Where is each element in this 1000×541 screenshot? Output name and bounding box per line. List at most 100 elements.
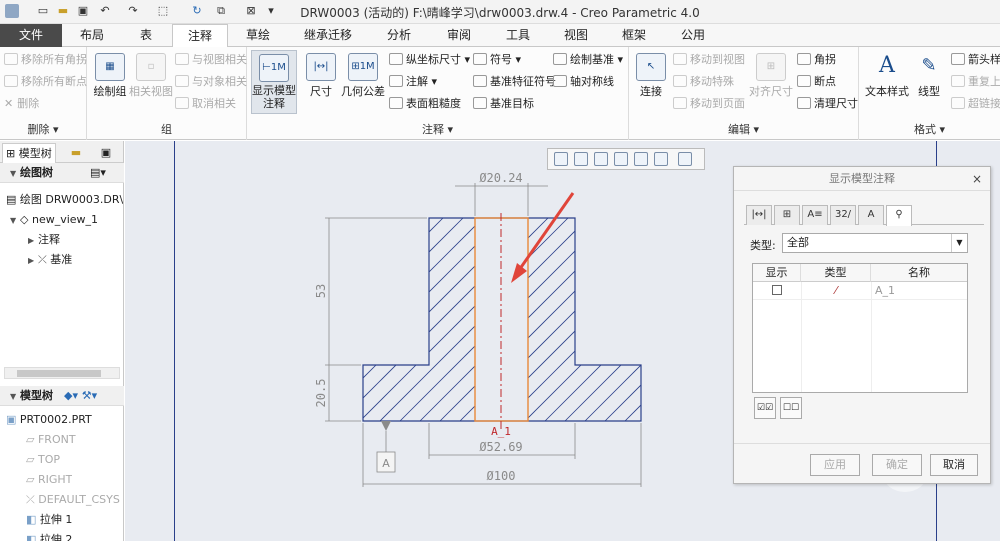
tab-surface-finish[interactable]: 32/ — [830, 205, 856, 225]
tab-datums[interactable]: ⚲ — [886, 205, 912, 226]
related-view-button[interactable]: ▫ 相关视图 — [129, 53, 173, 99]
dim-text-upper-height[interactable]: 53 — [314, 284, 328, 298]
dialog-title-bar[interactable]: 显示模型注释 × — [734, 167, 990, 191]
cancel-button[interactable]: 取消 — [930, 454, 978, 476]
dimension-button[interactable]: |↔| 尺寸 — [303, 53, 339, 99]
row-name[interactable]: A_1 — [871, 282, 967, 300]
ordinate-dimension-button[interactable]: 纵坐标尺寸 ▾ — [389, 51, 470, 69]
align-dimensions-button[interactable]: ⊞ 对齐尺寸 — [747, 53, 795, 99]
text-style-button[interactable]: A 文本样式 — [863, 53, 911, 99]
tree-item-annotations[interactable]: ▶ 注释 — [28, 231, 60, 249]
checkbox[interactable] — [772, 285, 782, 295]
format-group-label[interactable]: 格式 ▾ — [859, 121, 1000, 137]
sketch-datum-button[interactable]: 绘制基准 ▾ — [553, 51, 623, 69]
tab-file[interactable]: 文件 — [0, 24, 62, 47]
part-outline[interactable] — [362, 217, 642, 422]
break-button[interactable]: 断点 — [797, 73, 836, 91]
expand-icon[interactable]: ▶ — [28, 232, 38, 249]
drawing-tree-options-icon[interactable]: ▤▾ — [90, 163, 106, 183]
dim-text-bottom[interactable]: Ø100 — [487, 469, 516, 483]
dim-text-mid[interactable]: Ø52.69 — [479, 440, 522, 454]
select-all-icon[interactable]: ☑☑ — [754, 397, 776, 419]
hyperlink-button[interactable]: 超链接 — [951, 95, 1000, 113]
cleanup-dimensions-button[interactable]: 清理尺寸 — [797, 95, 858, 113]
model-tree-settings-icon[interactable]: ◆▾ ⚒▾ — [64, 386, 97, 406]
tree-item-csys[interactable]: ⤫ DEFAULT_CSYS — [26, 491, 120, 509]
column-header-type[interactable]: 类型 — [801, 264, 871, 282]
tab-analysis[interactable]: 分析 — [370, 24, 428, 47]
tab-layout[interactable]: 布局 — [64, 24, 120, 47]
edit-group-label[interactable]: 编辑 ▾ — [629, 121, 858, 137]
tab-frame[interactable]: 框架 — [606, 24, 662, 47]
remove-all-jogs-button[interactable]: 移除所有角拐 — [4, 51, 87, 69]
drawing-tree-header[interactable]: ▼ 绘图树 ▤▾ — [0, 163, 124, 183]
surface-finish-button[interactable]: 表面粗糙度 — [389, 95, 461, 113]
datum-label[interactable]: A — [382, 457, 390, 470]
delete-group-label[interactable]: 删除 ▾ — [0, 121, 86, 137]
tree-item-extrude-2[interactable]: ◧ 拉伸 2 — [26, 531, 72, 541]
tree-item-drawing[interactable]: ▤ 绘图 DRW0003.DR\ — [6, 191, 123, 209]
arrow-style-button[interactable]: 箭头样式 — [951, 51, 1000, 69]
tree-item-datums[interactable]: ▶ ⤫ 基准 — [28, 251, 72, 269]
scrollbar-thumb[interactable] — [17, 370, 101, 377]
note-button[interactable]: 注解 ▾ — [389, 73, 437, 91]
tree-item-extrude-1[interactable]: ◧ 拉伸 1 — [26, 511, 72, 529]
tab-tools[interactable]: 工具 — [490, 24, 546, 47]
expand-icon[interactable]: ▼ — [10, 212, 20, 229]
folder-browser-tab[interactable]: ▬ — [62, 143, 90, 163]
jog-button[interactable]: 角拐 — [797, 51, 836, 69]
tab-notes[interactable]: A≡ — [802, 205, 828, 225]
tree-item-view[interactable]: ▼ ◇ new_view_1 — [10, 211, 98, 229]
tree-item-right[interactable]: ▱ RIGHT — [26, 471, 72, 489]
column-header-show[interactable]: 显示 — [753, 264, 801, 282]
axis-label[interactable]: A_1 — [491, 425, 511, 438]
move-to-view-button[interactable]: 移动到视图 — [673, 51, 745, 69]
tab-symbols[interactable]: A — [858, 205, 884, 225]
tab-dimensions[interactable]: |↔| — [746, 205, 772, 225]
delete-button[interactable]: ✕ 删除 — [4, 95, 39, 113]
expand-icon[interactable]: ▶ — [28, 252, 38, 269]
show-model-annotations-button[interactable]: ⊢1M 显示模型 注释 — [251, 50, 297, 114]
remove-all-breaks-button[interactable]: 移除所有断点 — [4, 73, 87, 91]
favorites-tab[interactable]: ▣ — [92, 143, 120, 163]
axis-symmetry-line-button[interactable]: 轴对称线 — [553, 73, 614, 91]
tree-item-front[interactable]: ▱ FRONT — [26, 431, 76, 449]
tree-item-top[interactable]: ▱ TOP — [26, 451, 60, 469]
column-header-name[interactable]: 名称 — [871, 264, 967, 282]
type-select[interactable]: 全部 ▼ — [782, 233, 968, 253]
tab-common[interactable]: 公用 — [664, 24, 722, 47]
tree-horizontal-scrollbar[interactable] — [4, 367, 120, 379]
model-tree-header[interactable]: ▼ 模型树 ◆▾ ⚒▾ — [0, 386, 124, 406]
annotation-group-label[interactable]: 注释 ▾ — [247, 121, 628, 137]
tab-legacy-migration[interactable]: 继承迁移 — [288, 24, 368, 47]
deselect-all-icon[interactable]: ☐☐ — [780, 397, 802, 419]
repeat-last-format-button[interactable]: 重复上一格式 — [951, 73, 1000, 91]
move-special-button[interactable]: 移动特殊 — [673, 73, 734, 91]
tab-view[interactable]: 视图 — [548, 24, 604, 47]
tab-review[interactable]: 审阅 — [430, 24, 488, 47]
unrelate-button[interactable]: 取消相关 — [175, 95, 236, 113]
chevron-down-icon[interactable]: ▼ — [951, 234, 967, 252]
tab-geometric-tolerances[interactable]: ⊞ — [774, 205, 800, 225]
geometric-tolerance-button[interactable]: ⊞1M 几何公差 — [341, 53, 385, 99]
tab-annotate[interactable]: 注释 — [172, 24, 228, 48]
dim-text-top[interactable]: Ø20.24 — [479, 171, 522, 185]
tab-sketch[interactable]: 草绘 — [230, 24, 286, 47]
dim-text-lower-height[interactable]: 20.5 — [314, 379, 328, 408]
ok-button[interactable]: 确定 — [872, 454, 922, 476]
draw-group-button[interactable]: ▦ 绘制组 — [91, 53, 129, 99]
line-style-button[interactable]: ✎ 线型 — [911, 53, 947, 99]
apply-button[interactable]: 应用 — [810, 454, 860, 476]
tab-table[interactable]: 表 — [122, 24, 170, 47]
close-icon[interactable]: × — [972, 167, 982, 191]
datum-feature-symbol-button[interactable]: 基准特征符号 — [473, 73, 556, 91]
tree-item-part[interactable]: ▣ PRT0002.PRT — [6, 411, 92, 429]
datum-target-button[interactable]: 基准目标 — [473, 95, 534, 113]
move-to-page-button[interactable]: 移动到页面 — [673, 95, 745, 113]
row-show-checkbox[interactable] — [753, 282, 801, 300]
relate-to-object-button[interactable]: 与对象相关 — [175, 73, 247, 91]
datum-triangle[interactable] — [381, 421, 391, 431]
tab-model-tree[interactable]: ⊞ 模型树 — [2, 143, 56, 163]
symbol-button[interactable]: 符号 ▾ — [473, 51, 521, 69]
connect-button[interactable]: ↖ 连接 — [633, 53, 669, 99]
